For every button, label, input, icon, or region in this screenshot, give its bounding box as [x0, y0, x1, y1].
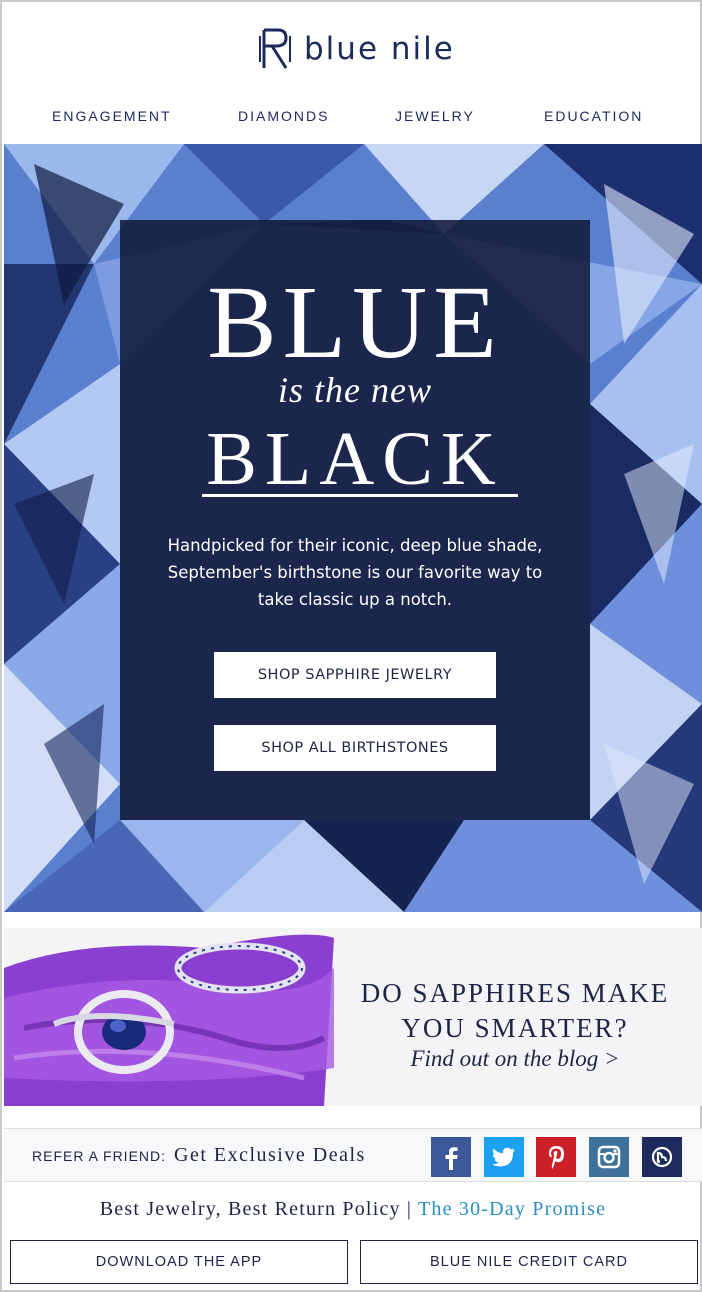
refer-label: REFER A FRIEND:	[32, 1148, 167, 1164]
pinterest-button[interactable]	[536, 1137, 576, 1177]
facebook-button[interactable]	[431, 1137, 471, 1177]
hero-title-blue: BLUE	[207, 265, 503, 380]
blog-heading-line1: DO SAPPHIRES MAKE	[360, 978, 670, 1008]
main-nav: ENGAGEMENT DIAMONDS JEWELRY EDUCATION	[2, 108, 700, 132]
blog-icon	[651, 1146, 673, 1168]
hero-banner[interactable]: BLUE is the new BLACK Handpicked for the…	[4, 144, 702, 912]
refer-deals-link[interactable]: Get Exclusive Deals	[174, 1144, 366, 1167]
hero-body-text: Handpicked for their iconic, deep blue s…	[167, 536, 543, 609]
blog-button[interactable]	[642, 1137, 682, 1177]
promise-text: Best Jewelry, Best Return Policy |	[99, 1198, 413, 1220]
blog-link[interactable]: Find out on the blog >	[340, 1046, 690, 1072]
nav-diamonds[interactable]: DIAMONDS	[238, 108, 329, 124]
blog-heading-line2: YOU SMARTER?	[401, 1013, 629, 1043]
twitter-icon	[492, 1147, 515, 1167]
blog-heading: DO SAPPHIRES MAKE YOU SMARTER?	[340, 976, 690, 1046]
shop-all-birthstones-button[interactable]: SHOP ALL BIRTHSTONES	[214, 725, 496, 771]
brand-logo[interactable]: blue nile	[258, 26, 455, 72]
blog-banner[interactable]: DO SAPPHIRES MAKE YOU SMARTER? Find out …	[4, 928, 702, 1106]
hero-title-black: BLACK	[206, 417, 504, 501]
email-frame: blue nile ENGAGEMENT DIAMONDS JEWELRY ED…	[0, 0, 702, 1292]
hero-panel: BLUE is the new BLACK Handpicked for the…	[120, 220, 590, 820]
nav-engagement[interactable]: ENGAGEMENT	[52, 108, 172, 124]
hero-title-connector: is the new	[278, 370, 432, 410]
facebook-icon	[445, 1147, 458, 1170]
brand-name: blue nile	[304, 31, 455, 67]
promise-line: Best Jewelry, Best Return Policy | The 3…	[2, 1198, 702, 1221]
credit-card-button[interactable]: BLUE NILE CREDIT CARD	[360, 1240, 698, 1284]
logo-monogram-icon	[259, 28, 291, 69]
nav-education[interactable]: EDUCATION	[544, 108, 643, 124]
instagram-button[interactable]	[589, 1137, 629, 1177]
pinterest-icon	[549, 1146, 564, 1169]
twitter-button[interactable]	[484, 1137, 524, 1177]
instagram-icon	[597, 1145, 621, 1169]
title-underline	[202, 494, 518, 497]
download-app-button[interactable]: DOWNLOAD THE APP	[10, 1240, 348, 1284]
refer-bar: REFER A FRIEND: Get Exclusive Deals	[4, 1128, 702, 1182]
nav-jewelry[interactable]: JEWELRY	[395, 108, 475, 124]
promise-link[interactable]: The 30-Day Promise	[418, 1198, 606, 1220]
sapphire-rings-image	[4, 934, 334, 1106]
shop-sapphire-jewelry-button[interactable]: SHOP SAPPHIRE JEWELRY	[214, 652, 496, 698]
header: blue nile	[2, 2, 700, 98]
